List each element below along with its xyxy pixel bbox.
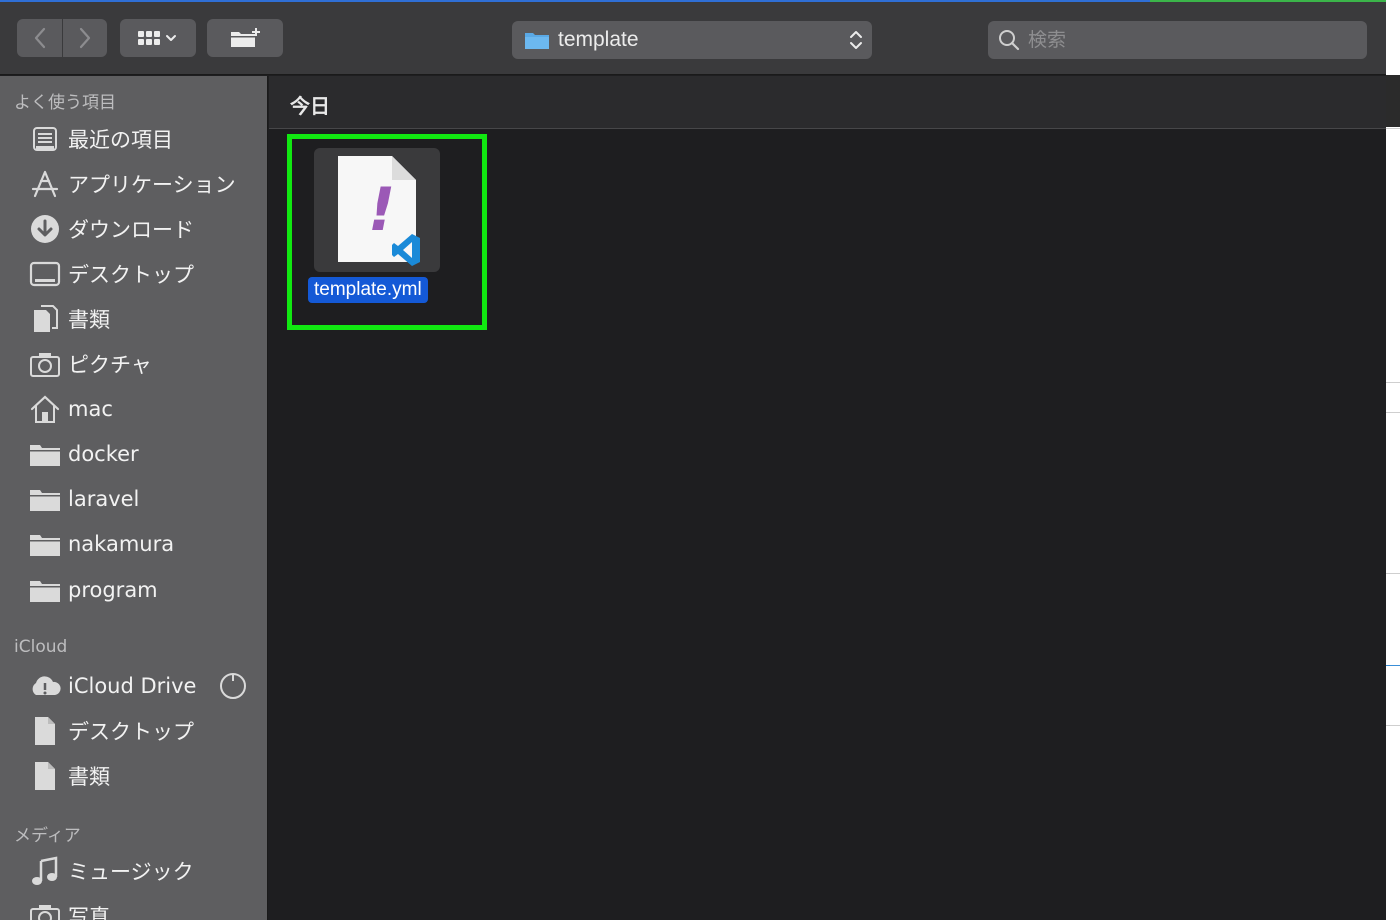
sidebar-item-documents[interactable]: 書類 xyxy=(28,299,260,339)
sidebar-item-downloads[interactable]: ダウンロード xyxy=(28,209,260,249)
path-popup[interactable]: template xyxy=(512,21,872,59)
sidebar-item-label: ダウンロード xyxy=(68,218,194,242)
divider xyxy=(1386,573,1400,574)
sidebar-item-pictures[interactable]: ピクチャ xyxy=(28,344,260,384)
background-window-dark-band xyxy=(1386,75,1400,127)
folder-icon xyxy=(524,30,550,50)
sidebar: よく使う項目 最近の項目 アプリケーション ダウンロード デスクトップ 書類 ピ xyxy=(0,76,268,920)
toolbar: template xyxy=(0,2,1386,75)
documents-icon xyxy=(28,302,62,336)
divider xyxy=(1386,412,1400,413)
sidebar-item-icloud-desktop[interactable]: デスクトップ xyxy=(28,711,260,751)
sidebar-item-label: 書類 xyxy=(68,308,110,332)
sidebar-item-label: iCloud Drive xyxy=(68,674,197,698)
sidebar-item-label: アプリケーション xyxy=(68,173,236,197)
recents-icon xyxy=(28,122,62,156)
divider xyxy=(1386,725,1400,726)
sidebar-item-label: docker xyxy=(68,442,139,466)
chevron-right-icon xyxy=(79,27,91,49)
sidebar-item-home[interactable]: mac xyxy=(28,389,260,429)
sidebar-item-label: nakamura xyxy=(68,532,175,556)
search-field[interactable] xyxy=(988,21,1367,59)
view-mode-button[interactable] xyxy=(120,19,196,57)
sidebar-item-nakamura[interactable]: nakamura xyxy=(28,524,260,564)
chevron-left-icon xyxy=(34,27,45,49)
sidebar-item-docker[interactable]: docker xyxy=(28,434,260,474)
grid-view-icon xyxy=(138,31,176,45)
sidebar-item-applications[interactable]: アプリケーション xyxy=(28,164,260,204)
cloud-icon xyxy=(28,669,62,703)
svg-text:!: ! xyxy=(368,175,395,245)
divider xyxy=(1386,665,1400,666)
sidebar-item-label: ピクチャ xyxy=(68,353,152,377)
sidebar-item-icloud-documents[interactable]: 書類 xyxy=(28,756,260,796)
sidebar-item-desktop[interactable]: デスクトップ xyxy=(28,254,260,294)
sidebar-item-photos[interactable]: 写真 xyxy=(28,896,260,920)
sidebar-item-laravel[interactable]: laravel xyxy=(28,479,260,519)
file-name-label: template.yml xyxy=(308,277,428,303)
folder-icon xyxy=(28,437,62,471)
forward-button[interactable] xyxy=(62,19,107,57)
divider xyxy=(1386,128,1400,129)
group-header: 今日 xyxy=(269,76,1386,129)
sidebar-item-label: program xyxy=(68,578,158,602)
sidebar-item-label: 書類 xyxy=(68,765,110,789)
applications-icon xyxy=(28,167,62,201)
nav-button-group xyxy=(17,19,107,57)
home-icon xyxy=(28,392,62,426)
music-note-icon xyxy=(28,854,62,888)
document-icon xyxy=(28,759,62,793)
search-input[interactable] xyxy=(1028,29,1348,51)
folder-icon xyxy=(28,482,62,516)
download-icon xyxy=(28,212,62,246)
folder-icon xyxy=(28,573,62,607)
path-label: template xyxy=(558,28,639,51)
back-button[interactable] xyxy=(17,19,62,57)
sidebar-item-icloud-drive[interactable]: iCloud Drive xyxy=(28,666,260,706)
chevron-up-down-icon xyxy=(850,31,862,49)
camera-icon xyxy=(28,899,62,920)
sidebar-item-label: 写真 xyxy=(68,905,110,920)
sidebar-item-music[interactable]: ミュージック xyxy=(28,851,260,891)
sidebar-item-label: 最近の項目 xyxy=(68,128,173,152)
background-window-edge xyxy=(1386,0,1400,920)
sidebar-item-label: mac xyxy=(68,397,113,421)
new-folder-icon xyxy=(231,28,260,47)
sidebar-item-label: ミュージック xyxy=(68,860,194,884)
yaml-vscode-file-icon: ! xyxy=(338,156,420,266)
file-browser: 今日 ! template.yml xyxy=(269,76,1386,920)
document-icon xyxy=(28,714,62,748)
group-header-label: 今日 xyxy=(290,94,330,118)
sidebar-item-label: laravel xyxy=(68,487,140,511)
file-item-template-yml[interactable]: ! template.yml xyxy=(287,134,487,330)
sidebar-section-icloud: iCloud xyxy=(14,637,68,657)
sidebar-item-recents[interactable]: 最近の項目 xyxy=(28,119,260,159)
camera-icon xyxy=(28,347,62,381)
sidebar-item-label: デスクトップ xyxy=(68,263,194,287)
folder-icon xyxy=(28,527,62,561)
sync-progress-icon xyxy=(220,673,246,699)
search-icon xyxy=(999,30,1020,51)
new-folder-button[interactable] xyxy=(207,19,283,57)
divider xyxy=(1386,382,1400,383)
sidebar-section-favorites: よく使う項目 xyxy=(14,93,116,113)
desktop-icon xyxy=(28,257,62,291)
sidebar-section-media: メディア xyxy=(14,826,81,846)
file-thumbnail: ! xyxy=(314,148,440,272)
sidebar-item-label: デスクトップ xyxy=(68,720,194,744)
sidebar-item-program[interactable]: program xyxy=(28,570,260,610)
